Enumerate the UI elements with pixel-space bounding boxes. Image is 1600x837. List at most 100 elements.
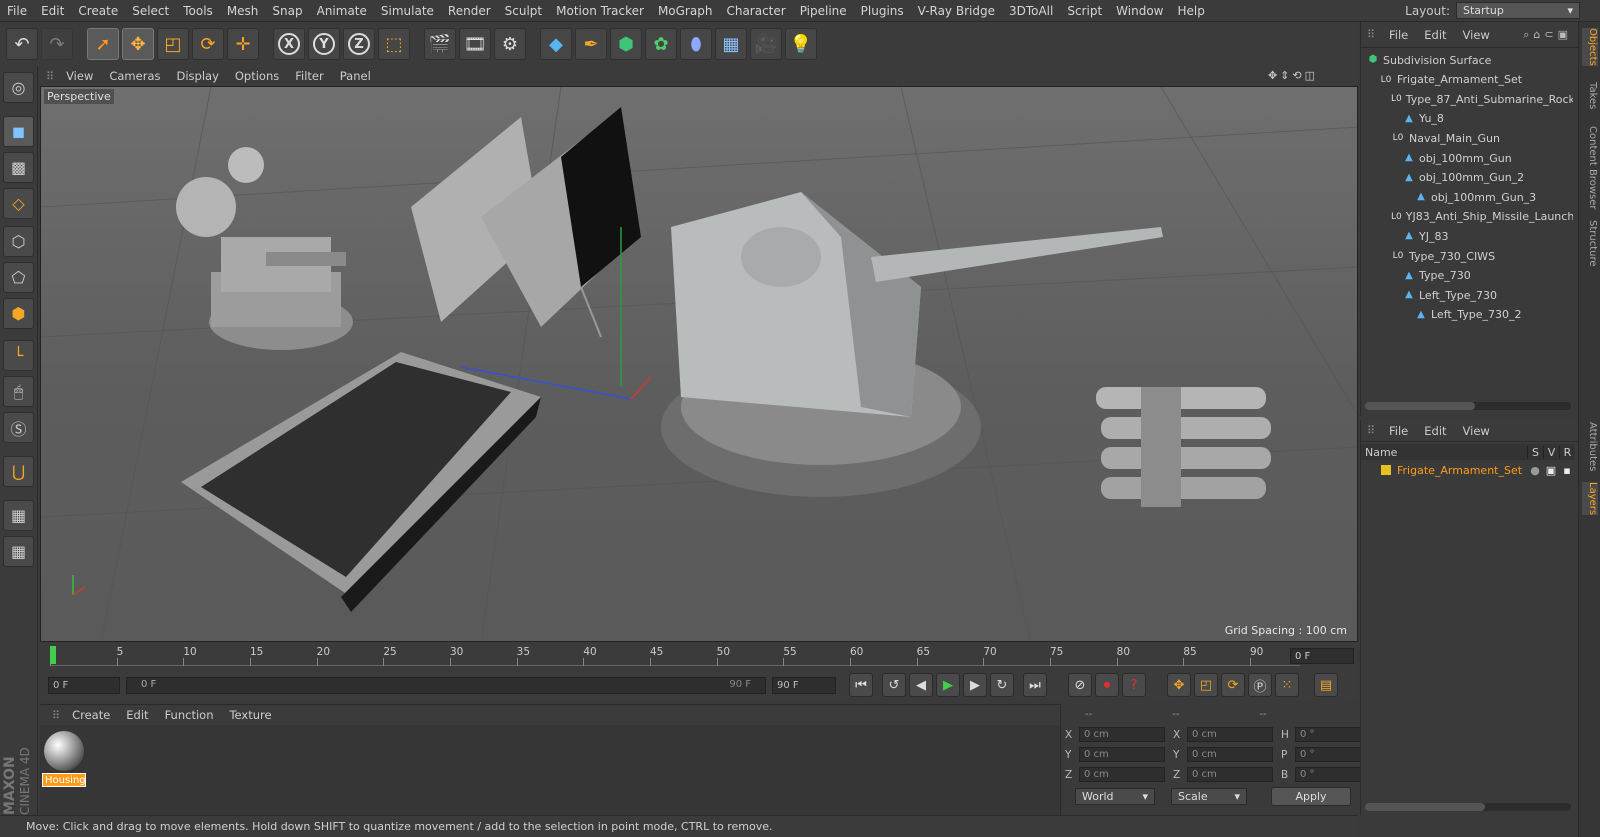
objects-menu-item[interactable]: File xyxy=(1381,28,1416,42)
size-y-field[interactable]: 0 cm xyxy=(1187,747,1273,762)
menu-item[interactable]: Plugins xyxy=(854,4,911,18)
objects-menu-item[interactable]: View xyxy=(1455,28,1498,42)
material-name[interactable]: Housing xyxy=(42,773,86,787)
cloner-button[interactable]: ✿ xyxy=(645,28,677,60)
deformer-button[interactable]: ⬮ xyxy=(680,28,712,60)
scrollbar-thumb[interactable] xyxy=(1365,402,1475,410)
end-frame-field[interactable]: 90 F xyxy=(772,676,836,694)
object-tree-row[interactable]: L0 Type_87_Anti_Submarine_Rock xyxy=(1361,89,1573,109)
layout-dropdown[interactable]: Startup ▾ xyxy=(1456,2,1580,19)
material-menu-item[interactable]: Create xyxy=(64,708,118,722)
menu-item[interactable]: Window xyxy=(1109,4,1170,18)
object-tree-row[interactable]: L0 Frigate_Armament_Set xyxy=(1361,70,1573,90)
polygons-mode-button[interactable]: ⬢ xyxy=(3,298,34,329)
object-tree-row[interactable]: L0 Type_730_CIWS xyxy=(1361,246,1573,266)
key-parameter-button[interactable]: Ⓟ xyxy=(1248,673,1272,697)
menu-item[interactable]: Edit xyxy=(34,4,71,18)
previous-key-button[interactable]: ↺ xyxy=(882,673,906,697)
preview-range-slider[interactable]: 0 F 90 F xyxy=(126,676,766,694)
scrollbar-thumb[interactable] xyxy=(1365,803,1485,811)
object-tree-row[interactable]: ▲ Yu_8 xyxy=(1361,109,1573,129)
object-toolbar-icons[interactable]: ⌕⌂⊂▣ xyxy=(1523,28,1572,42)
objects-menu-item[interactable]: Edit xyxy=(1416,28,1454,42)
playhead[interactable] xyxy=(50,646,56,664)
layer-horizontal-scrollbar[interactable] xyxy=(1365,803,1571,811)
object-name[interactable]: Type_730_CIWS xyxy=(1409,250,1495,263)
edges-mode-button[interactable]: ⬠ xyxy=(3,262,34,293)
object-tree-row[interactable]: ▲ obj_100mm_Gun_3 xyxy=(1361,187,1573,207)
object-tree-row[interactable]: L0 Naval_Main_Gun xyxy=(1361,128,1573,148)
axis-mode-button[interactable]: └ xyxy=(3,340,34,371)
snap-button[interactable]: Ⓢ xyxy=(3,412,34,443)
position-y-field[interactable]: 0 cm xyxy=(1079,747,1165,762)
right-tab[interactable]: Layers xyxy=(1582,482,1598,516)
coordinate-system-button[interactable]: ⬚ xyxy=(378,28,410,60)
new-window-icon[interactable]: ▣ xyxy=(1558,28,1572,41)
object-tree-row[interactable]: ▲ YJ_83 xyxy=(1361,226,1573,246)
menu-item[interactable]: Render xyxy=(441,4,498,18)
menu-item[interactable]: Tools xyxy=(176,4,220,18)
object-tree-row[interactable]: ▲ Left_Type_730 xyxy=(1361,285,1573,305)
coord-mode-dropdown[interactable]: Scale ▾ xyxy=(1171,788,1247,805)
workplane-lock-button[interactable]: ▦ xyxy=(3,500,34,531)
z-axis-button[interactable]: Z xyxy=(343,28,375,60)
material-menu-item[interactable]: Edit xyxy=(118,708,156,722)
render-icon[interactable]: ▪ xyxy=(1559,464,1575,477)
key-scale-button[interactable]: ◰ xyxy=(1194,673,1218,697)
model-mode-button[interactable]: ◼ xyxy=(3,116,34,147)
object-name[interactable]: Naval_Main_Gun xyxy=(1409,132,1500,145)
viewport-menu-item[interactable]: Display xyxy=(168,69,226,83)
scale-tool-button[interactable]: ◰ xyxy=(157,28,189,60)
viewport-menu-item[interactable]: Cameras xyxy=(101,69,168,83)
apply-button[interactable]: Apply xyxy=(1271,787,1351,806)
object-tree-row[interactable]: ▲ obj_100mm_Gun_2 xyxy=(1361,168,1573,188)
make-editable-button[interactable]: ◎ xyxy=(3,72,34,103)
home-icon[interactable]: ⌂ xyxy=(1533,28,1544,41)
y-axis-button[interactable]: Y xyxy=(308,28,340,60)
spline-pen-button[interactable]: ✒ xyxy=(575,28,607,60)
key-pla-button[interactable]: ⁙ xyxy=(1275,673,1299,697)
object-tree-row[interactable]: ▲ obj_100mm_Gun xyxy=(1361,148,1573,168)
cube-primitive-button[interactable]: ◆ xyxy=(540,28,572,60)
go-to-end-button[interactable]: ⏭ xyxy=(1023,673,1047,697)
right-tab[interactable]: Content Browser xyxy=(1582,126,1598,209)
render-picture-viewer-button[interactable]: 🎞 xyxy=(459,28,491,60)
key-rotation-button[interactable]: ⟳ xyxy=(1221,673,1245,697)
menu-item[interactable]: File xyxy=(0,4,34,18)
play-button[interactable]: ▶ xyxy=(936,673,960,697)
viewport-menu-item[interactable]: Filter xyxy=(287,69,331,83)
record-button[interactable]: ⏺ xyxy=(1095,673,1119,697)
eye-icon[interactable]: ▣ xyxy=(1543,464,1559,477)
layer-name[interactable]: Frigate_Armament_Set xyxy=(1397,464,1527,477)
previous-frame-button[interactable]: ◀ xyxy=(909,673,933,697)
current-frame-field[interactable]: 0 F xyxy=(1290,648,1354,664)
menu-item[interactable]: Simulate xyxy=(374,4,441,18)
position-x-field[interactable]: 0 cm xyxy=(1079,727,1165,742)
layers-menu-item[interactable]: View xyxy=(1455,424,1498,438)
x-axis-button[interactable]: X xyxy=(273,28,305,60)
workplane-mode-button[interactable]: ◇ xyxy=(3,188,34,219)
next-key-button[interactable]: ↻ xyxy=(990,673,1014,697)
viewport-menu-item[interactable]: Options xyxy=(227,69,287,83)
timeline-window-button[interactable]: ▤ xyxy=(1314,673,1338,697)
right-tab[interactable]: Takes xyxy=(1582,82,1598,109)
points-mode-button[interactable]: ⬡ xyxy=(3,226,34,257)
viewport-menu-item[interactable]: View xyxy=(58,69,101,83)
material-menu-item[interactable]: Texture xyxy=(221,708,279,722)
timeline-ticks[interactable]: 051015202530354045505560657075808590 xyxy=(50,646,1300,666)
menu-item[interactable]: Mesh xyxy=(220,4,266,18)
camera-button[interactable]: 🎥 xyxy=(750,28,782,60)
timeline-ruler[interactable]: 051015202530354045505560657075808590 0 F xyxy=(40,642,1358,670)
tweak-mode-button[interactable]: 🖱 xyxy=(3,376,34,407)
render-view-button[interactable]: 🎬 xyxy=(424,28,456,60)
object-name[interactable]: Left_Type_730 xyxy=(1419,289,1497,302)
object-name[interactable]: Type_730 xyxy=(1419,269,1471,282)
solo-dot-icon[interactable]: ● xyxy=(1527,464,1543,477)
autokey-button[interactable]: ? xyxy=(1122,673,1146,697)
perspective-viewport[interactable]: Perspective Grid Spacing: 100 cm xyxy=(40,86,1358,642)
undo-button[interactable]: ↶ xyxy=(6,28,38,60)
menu-item[interactable]: Motion Tracker xyxy=(549,4,651,18)
viewport-nav-icons[interactable]: ✥⇕⟲◫ xyxy=(1268,69,1318,82)
select-tool-button[interactable]: ➚ xyxy=(87,28,119,60)
render-settings-button[interactable]: ⚙ xyxy=(494,28,526,60)
